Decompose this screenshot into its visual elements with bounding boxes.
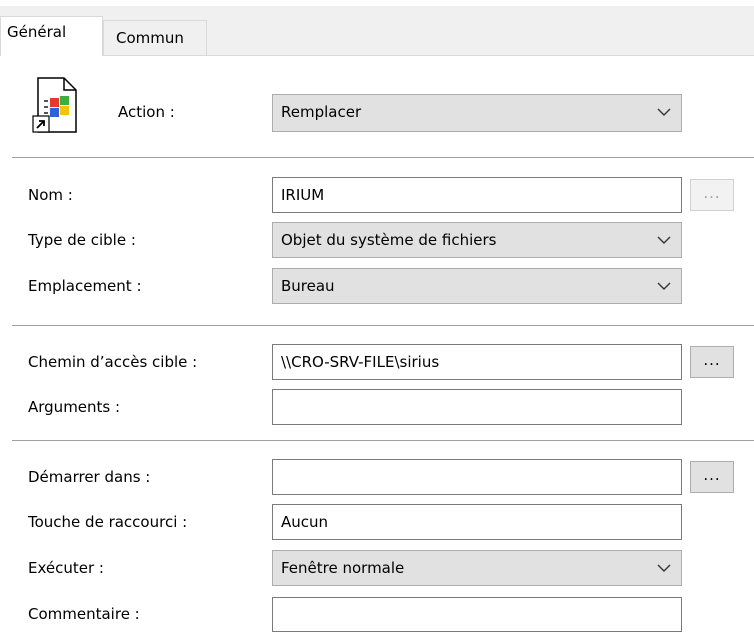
chemin-browse-button[interactable]: ...	[690, 346, 734, 378]
chevron-down-icon	[657, 108, 671, 116]
chemin-label: Chemin d’accès cible :	[28, 353, 198, 371]
chevron-down-icon	[657, 564, 671, 572]
action-select[interactable]: Remplacer	[272, 94, 682, 132]
nom-input[interactable]: IRIUM	[272, 177, 682, 213]
touche-label: Touche de raccourci :	[28, 513, 188, 531]
action-value: Remplacer	[281, 103, 362, 121]
emplacement-select[interactable]: Bureau	[272, 268, 682, 304]
commentaire-label: Commentaire :	[28, 605, 140, 623]
tab-bar-border	[0, 55, 754, 56]
executer-label: Exécuter :	[28, 559, 104, 577]
emplacement-value: Bureau	[281, 277, 335, 295]
emplacement-label: Emplacement :	[28, 277, 142, 295]
shortcut-file-icon	[32, 77, 77, 133]
nom-browse-button[interactable]: ...	[690, 179, 734, 211]
nom-label: Nom :	[28, 186, 73, 204]
arguments-label: Arguments :	[28, 398, 121, 416]
demarrer-label: Démarrer dans :	[28, 468, 151, 486]
chevron-down-icon	[657, 282, 671, 290]
separator-2	[12, 325, 754, 326]
demarrer-browse-button[interactable]: ...	[690, 461, 734, 493]
demarrer-input[interactable]	[272, 459, 682, 495]
chemin-input[interactable]: \\CRO-SRV-FILE\sirius	[272, 344, 682, 380]
executer-value: Fenêtre normale	[281, 559, 405, 577]
touche-input[interactable]: Aucun	[272, 504, 682, 540]
type-cible-value: Objet du système de fichiers	[281, 231, 497, 249]
chevron-down-icon	[657, 236, 671, 244]
type-cible-label: Type de cible :	[28, 231, 136, 249]
tab-commun[interactable]: Commun	[103, 20, 207, 55]
executer-select[interactable]: Fenêtre normale	[272, 550, 682, 586]
commentaire-input[interactable]	[272, 597, 682, 632]
tab-general[interactable]: Général	[0, 16, 103, 56]
arguments-input[interactable]	[272, 389, 682, 425]
separator-3	[12, 440, 754, 441]
type-cible-select[interactable]: Objet du système de fichiers	[272, 222, 682, 258]
separator-1	[12, 157, 754, 158]
action-label: Action :	[118, 103, 175, 121]
